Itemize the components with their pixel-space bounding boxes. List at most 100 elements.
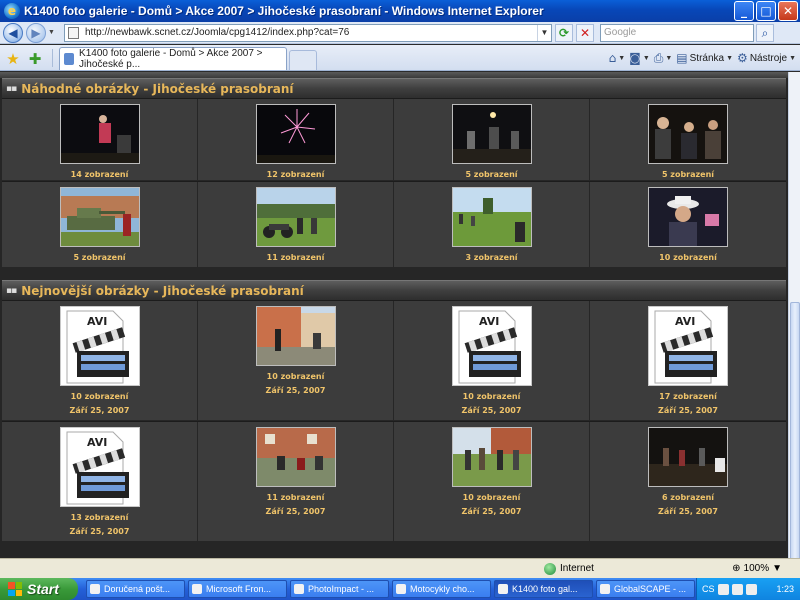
- minimize-button[interactable]: _: [734, 1, 754, 21]
- address-field[interactable]: http://newbawk.scnet.cz/Joomla/cpg1412/i…: [64, 23, 552, 42]
- gallery-item[interactable]: 10 zobrazení Září 25, 2007: [394, 422, 590, 542]
- window-title-bar[interactable]: e K1400 foto galerie - Domů > Akce 2007 …: [0, 0, 800, 22]
- upload-date: Září 25, 2007: [658, 406, 718, 415]
- zoom-control[interactable]: ⊕ 100% ▼: [732, 563, 782, 574]
- globe-icon: [544, 562, 556, 575]
- gallery-item[interactable]: 10 zobrazení: [590, 182, 786, 268]
- taskbar-button-mail[interactable]: Doručená pošt...: [86, 580, 185, 598]
- tab-title: K1400 foto galerie - Domů > Akce 2007 > …: [79, 48, 263, 70]
- latest-images-section: ▪▪ Nejnovější obrázky - Jihočeské prasob…: [2, 280, 786, 542]
- start-button[interactable]: Start: [0, 578, 78, 600]
- tray-app-icon[interactable]: [731, 583, 743, 595]
- mail-app-icon: [90, 584, 100, 594]
- views-count: 10 zobrazení: [266, 372, 325, 381]
- photo-thumbnail-night-party[interactable]: [648, 427, 728, 487]
- maximize-button[interactable]: □: [756, 1, 776, 21]
- address-dropdown-icon[interactable]: ▼: [537, 24, 551, 41]
- feeds-button[interactable]: ◙ ▼: [629, 51, 650, 65]
- thumbnail-row: AVI 13 zobrazení Září 25, 2007 11 zobraz…: [2, 421, 786, 542]
- gallery-item[interactable]: 5 zobrazení: [2, 182, 198, 268]
- page-icon: ▤: [676, 51, 688, 65]
- photo-thumbnail-group-yard[interactable]: [451, 427, 532, 487]
- stop-button[interactable]: ✕: [576, 23, 594, 42]
- avi-video-icon[interactable]: AVI: [59, 306, 140, 386]
- gallery-item[interactable]: AVI 17 zobrazení Září 25, 2007: [590, 301, 786, 421]
- gallery-item[interactable]: AVI 10 zobrazení Září 25, 2007: [394, 301, 590, 421]
- forward-button[interactable]: ▶: [26, 22, 46, 43]
- gallery-item[interactable]: 5 zobrazení: [590, 99, 786, 181]
- thumbnail-row: AVI 10 zobrazení Září 25, 2007 10 zobraz…: [2, 300, 786, 421]
- avi-video-icon[interactable]: AVI: [648, 306, 728, 386]
- new-tab-button[interactable]: [289, 50, 317, 70]
- gallery-item[interactable]: 6 zobrazení Září 25, 2007: [590, 422, 786, 542]
- page-menu-label: Stránka: [689, 52, 725, 64]
- start-label: Start: [27, 581, 59, 597]
- windows-taskbar: Start Doručená pošt... Microsoft Fron...…: [0, 578, 800, 600]
- gallery-item[interactable]: 12 zobrazení: [198, 99, 394, 181]
- back-button[interactable]: ◀: [3, 22, 23, 43]
- search-icon[interactable]: ⌕: [756, 23, 774, 42]
- views-count: 12 zobrazení: [266, 170, 325, 179]
- home-button[interactable]: ⌂ ▼: [609, 51, 626, 65]
- photo-thumbnail-motorcycles[interactable]: [255, 187, 336, 247]
- photo-thumbnail-night-people[interactable]: [59, 104, 140, 164]
- taskbar-button-globalscape[interactable]: GlobalSCAPE - ...: [596, 580, 695, 598]
- section-gap: [0, 268, 788, 280]
- gallery-item[interactable]: 11 zobrazení: [198, 182, 394, 268]
- search-input[interactable]: Google: [600, 23, 754, 42]
- gallery-item[interactable]: 5 zobrazení: [394, 99, 590, 181]
- photo-thumbnail-tank[interactable]: [59, 187, 140, 247]
- language-indicator[interactable]: CS: [702, 584, 715, 594]
- views-count: 5 zobrazení: [73, 253, 126, 262]
- gallery-item[interactable]: 3 zobrazení: [394, 182, 590, 268]
- taskbar-button-frontpage[interactable]: Microsoft Fron...: [188, 580, 287, 598]
- home-icon: ⌂: [608, 51, 617, 65]
- views-count: 3 zobrazení: [465, 253, 518, 262]
- page-menu[interactable]: ▤ Stránka ▼: [676, 51, 733, 65]
- internet-explorer-icon: [498, 584, 508, 594]
- refresh-button[interactable]: ⟳: [555, 23, 573, 42]
- security-zone[interactable]: Internet: [544, 562, 594, 575]
- taskbar-button-photoimpact[interactable]: PhotoImpact - ...: [290, 580, 389, 598]
- scrollbar-thumb[interactable]: [790, 302, 800, 600]
- gallery-item[interactable]: 14 zobrazení: [2, 99, 198, 181]
- taskbar-button-ie-gallery[interactable]: K1400 foto gal...: [494, 580, 593, 598]
- tab-active-page[interactable]: K1400 foto galerie - Domů > Akce 2007 > …: [59, 47, 287, 70]
- history-dropdown-icon[interactable]: ▼: [48, 29, 56, 36]
- gallery-item[interactable]: AVI 13 zobrazení Září 25, 2007: [2, 422, 198, 542]
- tools-menu-label: Nástroje: [749, 52, 788, 64]
- section-header: ▪▪ Náhodné obrázky - Jihočeské prasobran…: [2, 78, 786, 98]
- photo-thumbnail-house-people[interactable]: [255, 306, 336, 366]
- photo-thumbnail-man-with-hat[interactable]: [648, 187, 728, 247]
- photo-thumbnail-house-chairs[interactable]: [255, 427, 336, 487]
- views-count: 14 zobrazení: [70, 170, 129, 179]
- globalscape-app-icon: [600, 584, 610, 594]
- avi-video-icon[interactable]: AVI: [451, 306, 532, 386]
- photo-thumbnail-band-stage[interactable]: [451, 104, 532, 164]
- photo-thumbnail-fireworks[interactable]: [255, 104, 336, 164]
- views-count: 10 zobrazení: [462, 392, 521, 401]
- print-button[interactable]: ⎙ ▼: [654, 51, 673, 66]
- photo-thumbnail-group-night[interactable]: [648, 104, 728, 164]
- grip-icon: ▪▪: [6, 285, 17, 296]
- avi-video-icon[interactable]: AVI: [59, 427, 140, 507]
- tray-app-icon[interactable]: [745, 583, 757, 595]
- views-count: 11 zobrazení: [266, 253, 325, 262]
- gallery-item[interactable]: 11 zobrazení Září 25, 2007: [198, 422, 394, 542]
- photo-thumbnail-field-crowd[interactable]: [451, 187, 532, 247]
- upload-date: Září 25, 2007: [461, 507, 522, 516]
- url-text[interactable]: http://newbawk.scnet.cz/Joomla/cpg1412/i…: [85, 27, 537, 38]
- close-button[interactable]: ✕: [778, 1, 798, 21]
- gallery-item[interactable]: 10 zobrazení Září 25, 2007: [198, 301, 394, 421]
- taskbar-button-ie-motocykly[interactable]: Motocykly cho...: [392, 580, 491, 598]
- gallery-item[interactable]: AVI 10 zobrazení Září 25, 2007: [2, 301, 198, 421]
- vertical-scrollbar[interactable]: [788, 72, 800, 600]
- tools-menu[interactable]: ⚙ Nástroje ▼: [737, 51, 796, 65]
- favorites-star-icon[interactable]: ★: [4, 48, 22, 70]
- svg-text:AVI: AVI: [479, 315, 499, 328]
- rss-feed-icon: ◙: [629, 51, 641, 65]
- add-favorites-icon[interactable]: ✚: [26, 48, 44, 70]
- tray-app-icon[interactable]: [717, 583, 729, 595]
- views-count: 17 zobrazení: [659, 392, 717, 401]
- windows-logo-icon: [8, 582, 22, 596]
